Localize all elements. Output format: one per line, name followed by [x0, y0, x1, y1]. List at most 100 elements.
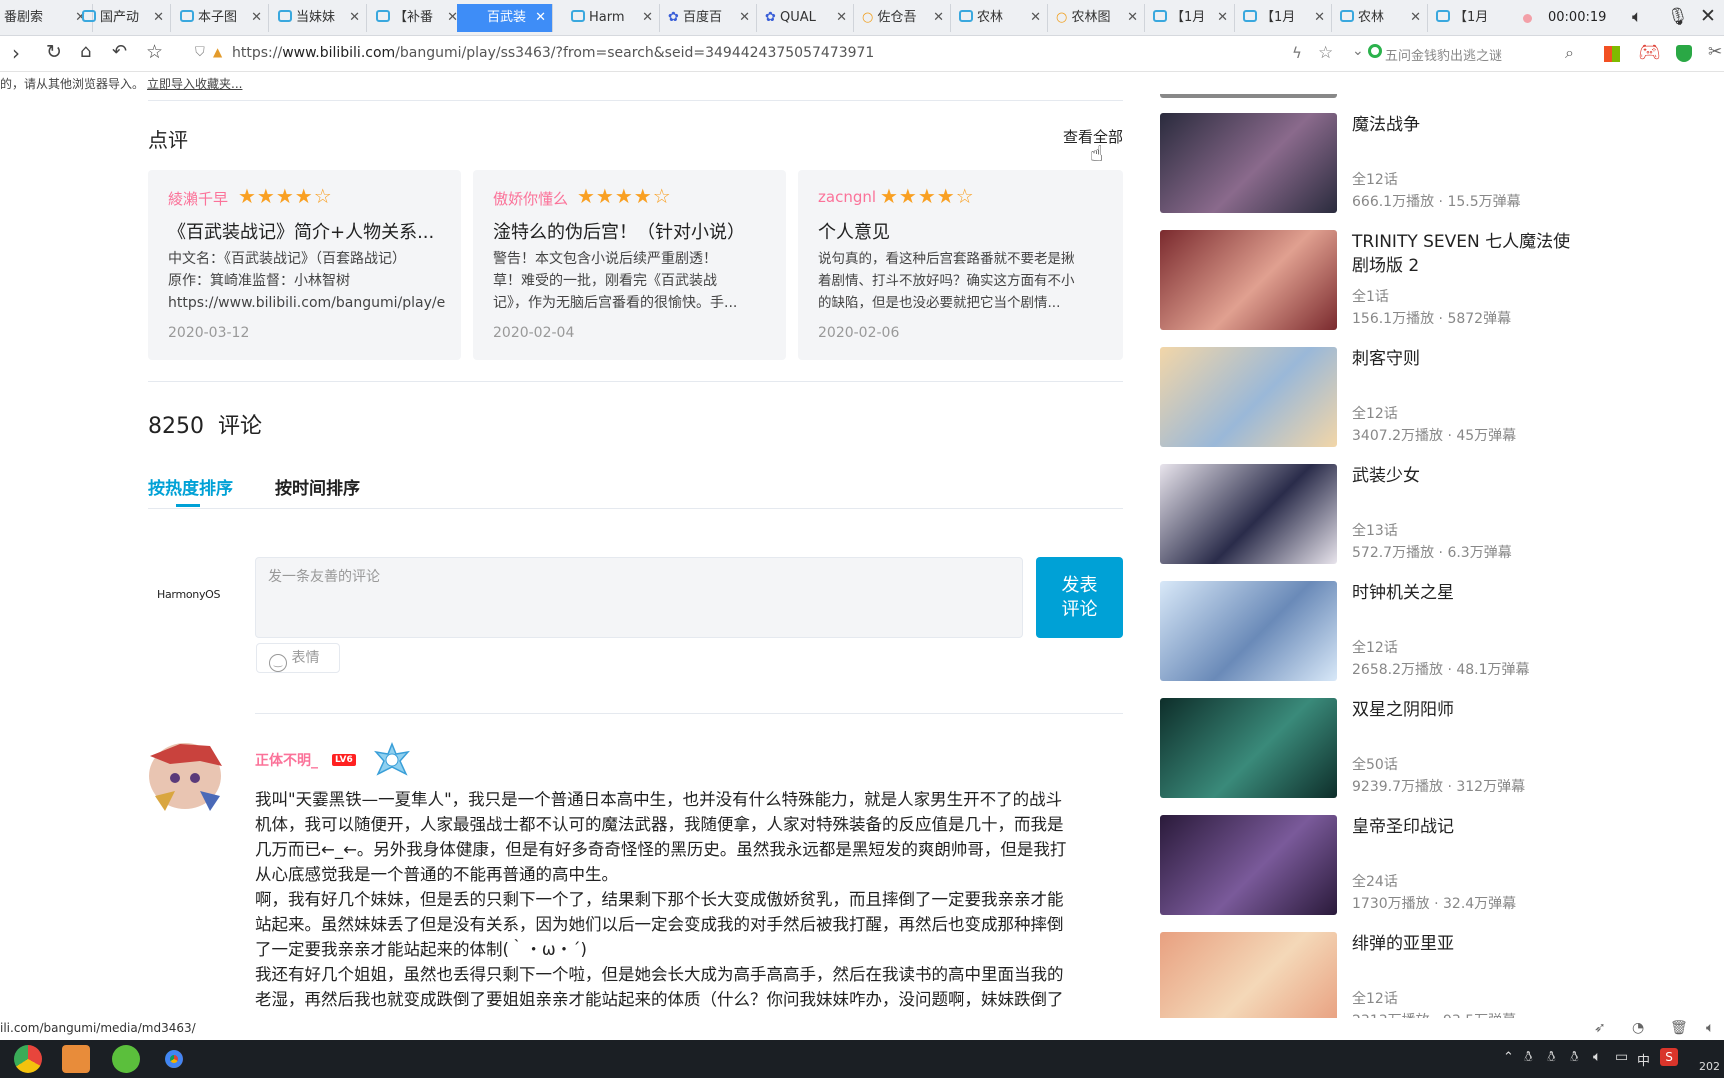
close-icon[interactable]: ✕: [1127, 4, 1138, 32]
browser-tab[interactable]: 农林 ✕: [1332, 4, 1428, 32]
browser-tab[interactable]: 本子图 ✕: [172, 4, 269, 32]
scissors-icon[interactable]: ✂: [1708, 42, 1722, 62]
browser-app-icon[interactable]: [14, 1045, 42, 1073]
reload-icon[interactable]: ↻: [46, 41, 62, 63]
shield-icon[interactable]: ⛉: [195, 45, 205, 60]
review-author[interactable]: 綾瀨千早: [168, 188, 228, 209]
tray-expand-icon[interactable]: ⌃: [1503, 1050, 1514, 1065]
close-icon[interactable]: ✕: [153, 4, 164, 32]
browser-tab[interactable]: 【1月 ✕: [1235, 4, 1332, 32]
review-author[interactable]: 傲娇你懂么: [493, 188, 568, 209]
search-icon[interactable]: ⌕: [1565, 43, 1574, 63]
anime-thumbnail[interactable]: [1160, 581, 1337, 681]
close-icon[interactable]: ✕: [1410, 4, 1421, 32]
anime-title[interactable]: 双星之阴阳师: [1352, 698, 1592, 722]
bookmark-star-icon[interactable]: ☆: [1318, 43, 1333, 63]
close-icon[interactable]: ✕: [1030, 4, 1041, 32]
recommendation-item[interactable]: TRINITY SEVEN 七人魔法使 剧场版 2 全1话 156.1万播放 · 5…: [1160, 230, 1640, 335]
volume-icon[interactable]: 🔈︎: [1706, 1020, 1714, 1036]
close-icon[interactable]: ✕: [1700, 5, 1716, 27]
comment-author[interactable]: 正体不明_: [255, 750, 318, 770]
comment-textarea[interactable]: 发一条友善的评论: [255, 557, 1023, 638]
recommendation-item[interactable]: 魔法战争 全12话 666.1万播放 · 15.5万弹幕: [1160, 113, 1640, 218]
browser-tab[interactable]: Harm ✕: [563, 4, 660, 32]
review-title[interactable]: 淦特么的伪后宫！（针对小说）: [493, 218, 773, 244]
penguin-icon[interactable]: 🐧︎: [1570, 1049, 1579, 1067]
browser-tab[interactable]: 国产动 ✕: [74, 4, 171, 32]
close-icon[interactable]: ✕: [349, 4, 360, 32]
volume-icon[interactable]: 🔈︎: [1593, 1049, 1601, 1065]
close-icon[interactable]: ✕: [1217, 4, 1228, 32]
shield-icon[interactable]: [1676, 45, 1692, 62]
close-icon[interactable]: ✕: [739, 4, 750, 32]
anime-title[interactable]: 魔法战争: [1352, 113, 1592, 137]
anime-thumbnail[interactable]: [1160, 698, 1337, 798]
sort-by-hot-tab[interactable]: 按热度排序: [148, 474, 233, 499]
browser-tab[interactable]: ✿ QUAL ✕: [757, 4, 854, 32]
ime-indicator[interactable]: 中: [1637, 1050, 1650, 1069]
browser-tab[interactable]: 【补番 ✕: [368, 4, 465, 32]
anime-thumbnail[interactable]: [1160, 113, 1337, 213]
forward-icon[interactable]: ›: [12, 41, 20, 65]
browser-tab[interactable]: 【1月 ✕: [1145, 4, 1235, 32]
url-input[interactable]: https://www.bilibili.com/bangumi/play/ss…: [232, 45, 874, 61]
browser-tab[interactable]: ○ 佐仓吾 ✕: [854, 4, 951, 32]
recommendation-item[interactable]: 时钟机关之星 全12话 2658.2万播放 · 48.1万弹幕: [1160, 581, 1640, 686]
browser-tab[interactable]: 农林 ✕: [951, 4, 1048, 32]
browser-tab[interactable]: 当妹妹 ✕: [270, 4, 367, 32]
taskbar-clock[interactable]: 202: [1699, 1060, 1720, 1073]
sort-by-time-tab[interactable]: 按时间排序: [275, 474, 360, 499]
review-card[interactable]: zacngnl ★★★★☆ 个人意见 说句真的，看这种后宫套路番就不要老是揪 着…: [798, 170, 1123, 360]
penguin-icon[interactable]: 🐧︎: [1547, 1049, 1556, 1067]
browser-tab[interactable]: 【1月: [1428, 4, 1518, 32]
review-title[interactable]: 个人意见: [818, 218, 1098, 244]
recommendation-item[interactable]: 皇帝圣印战记 全24话 1730万播放 · 32.4万弹幕: [1160, 815, 1640, 920]
browser-tab[interactable]: ✿ 百度百 ✕: [660, 4, 757, 32]
browser-tab[interactable]: ○ 农林图 ✕: [1048, 4, 1145, 32]
network-icon[interactable]: ▭: [1615, 1049, 1628, 1065]
apps-icon[interactable]: [1604, 46, 1620, 62]
emoji-button[interactable]: ‿ 表情: [256, 643, 340, 673]
app-icon[interactable]: [62, 1045, 90, 1073]
anime-thumbnail[interactable]: [1160, 932, 1337, 1024]
anime-thumbnail[interactable]: [1160, 347, 1337, 447]
anime-thumbnail[interactable]: [1160, 464, 1337, 564]
close-icon[interactable]: ✕: [642, 4, 653, 32]
undo-icon[interactable]: ↶: [112, 41, 127, 62]
speaker-icon[interactable]: 🔈︎: [1632, 7, 1642, 27]
browser-tab-active[interactable]: 百武装 ✕: [457, 4, 553, 32]
anime-title[interactable]: 皇帝圣印战记: [1352, 815, 1592, 839]
favorite-star-icon[interactable]: ☆: [146, 41, 163, 63]
anime-title[interactable]: TRINITY SEVEN 七人魔法使 剧场版 2: [1352, 230, 1592, 278]
anime-title[interactable]: 刺客守则: [1352, 347, 1592, 371]
review-title[interactable]: 《百武装战记》简介+人物关系...: [168, 218, 448, 244]
lightning-icon[interactable]: ϟ: [1292, 44, 1302, 62]
recommendation-item[interactable]: 武装少女 全13话 572.7万播放 · 6.3万弹幕: [1160, 464, 1640, 569]
chevron-down-icon[interactable]: ⌄: [1352, 43, 1364, 59]
close-icon[interactable]: ✕: [535, 4, 546, 32]
recommendation-item[interactable]: 刺客守则 全12话 3407.2万播放 · 45万弹幕: [1160, 347, 1640, 452]
avatar[interactable]: [140, 736, 228, 814]
close-icon[interactable]: ✕: [1314, 4, 1325, 32]
rocket-icon[interactable]: ➶: [1594, 1020, 1606, 1036]
trash-icon[interactable]: 🗑︎: [1670, 1020, 1688, 1036]
close-icon[interactable]: ✕: [836, 4, 847, 32]
anime-title[interactable]: 时钟机关之星: [1352, 581, 1592, 605]
submit-comment-button[interactable]: 发表 评论: [1036, 557, 1123, 638]
gamepad-icon[interactable]: 🎮︎: [1638, 42, 1661, 63]
review-card[interactable]: 傲娇你懂么 ★★★★☆ 淦特么的伪后宫！（针对小说） 警告！本文包含小说后续严重…: [473, 170, 786, 360]
penguin-icon[interactable]: 🐧︎: [1524, 1049, 1533, 1067]
home-icon[interactable]: ⌂: [80, 41, 91, 62]
anime-thumbnail[interactable]: [1160, 815, 1337, 915]
anime-thumbnail[interactable]: [1160, 230, 1337, 330]
import-bookmarks-link[interactable]: 立即导入收藏夹...: [147, 75, 242, 92]
search-input[interactable]: 五问金钱豹出逃之谜: [1385, 45, 1502, 64]
review-card[interactable]: 綾瀨千早 ★★★★☆ 《百武装战记》简介+人物关系... 中文名：《百武装战记》…: [148, 170, 461, 360]
close-icon[interactable]: ✕: [251, 4, 262, 32]
speed-icon[interactable]: ◔: [1632, 1020, 1644, 1036]
browser-app-icon[interactable]: [112, 1045, 140, 1073]
anime-title[interactable]: 武装少女: [1352, 464, 1592, 488]
review-author[interactable]: zacngnl: [818, 188, 876, 206]
microphone-icon[interactable]: 🎙︎: [1667, 7, 1689, 27]
close-icon[interactable]: ✕: [933, 4, 944, 32]
